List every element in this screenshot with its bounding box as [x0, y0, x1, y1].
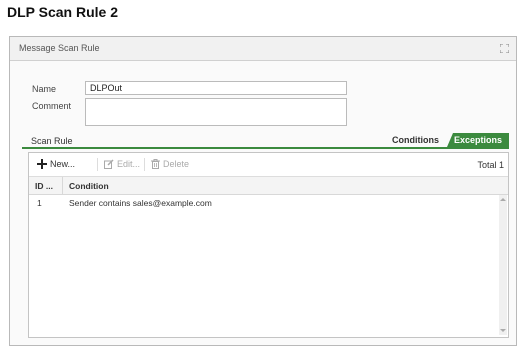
new-button-label: New...: [50, 159, 76, 169]
edit-button[interactable]: Edit...: [104, 159, 140, 169]
table-header: ID ... Condition: [29, 177, 508, 195]
trash-icon: [151, 159, 160, 169]
exceptions-grid: New... Edit... Delete Total 1 ID ... Con…: [28, 152, 509, 338]
dialog-header: Message Scan Rule: [10, 37, 516, 61]
scroll-up-icon[interactable]: [500, 198, 506, 201]
grid-toolbar: New... Edit... Delete Total 1: [29, 153, 508, 177]
vertical-scrollbar[interactable]: [499, 195, 507, 335]
plus-icon: [37, 159, 47, 169]
page-title: DLP Scan Rule 2: [7, 4, 119, 20]
row-condition: Sender contains sales@example.com: [69, 198, 212, 208]
column-header-condition[interactable]: Condition: [69, 181, 109, 191]
delete-button-label: Delete: [163, 159, 190, 169]
toolbar-divider: [97, 158, 98, 171]
delete-button[interactable]: Delete: [151, 159, 189, 169]
scan-rule-tabbar: Scan Rule Conditions Exceptions: [22, 133, 509, 149]
comment-label: Comment: [32, 101, 72, 111]
message-scan-rule-dialog: Message Scan Rule Name Comment Scan Rule…: [9, 36, 517, 346]
row-id: 1: [37, 198, 42, 208]
edit-button-label: Edit...: [117, 159, 141, 169]
tab-conditions[interactable]: Conditions: [392, 135, 439, 145]
name-label: Name: [32, 84, 57, 94]
toolbar-divider: [144, 158, 145, 171]
scroll-down-icon[interactable]: [500, 329, 506, 332]
total-count: Total 1: [477, 160, 504, 170]
column-header-id[interactable]: ID ...: [35, 181, 53, 191]
expand-icon[interactable]: [500, 44, 509, 53]
dialog-title: Message Scan Rule: [19, 43, 100, 53]
new-button[interactable]: New...: [37, 159, 75, 169]
scan-rule-label: Scan Rule: [31, 136, 73, 146]
column-divider: [62, 177, 63, 195]
edit-icon: [104, 159, 114, 169]
table-row[interactable]: 1 Sender contains sales@example.com: [29, 195, 508, 211]
tab-exceptions[interactable]: Exceptions: [447, 133, 509, 147]
comment-input[interactable]: [85, 98, 347, 126]
name-input[interactable]: [85, 81, 347, 95]
